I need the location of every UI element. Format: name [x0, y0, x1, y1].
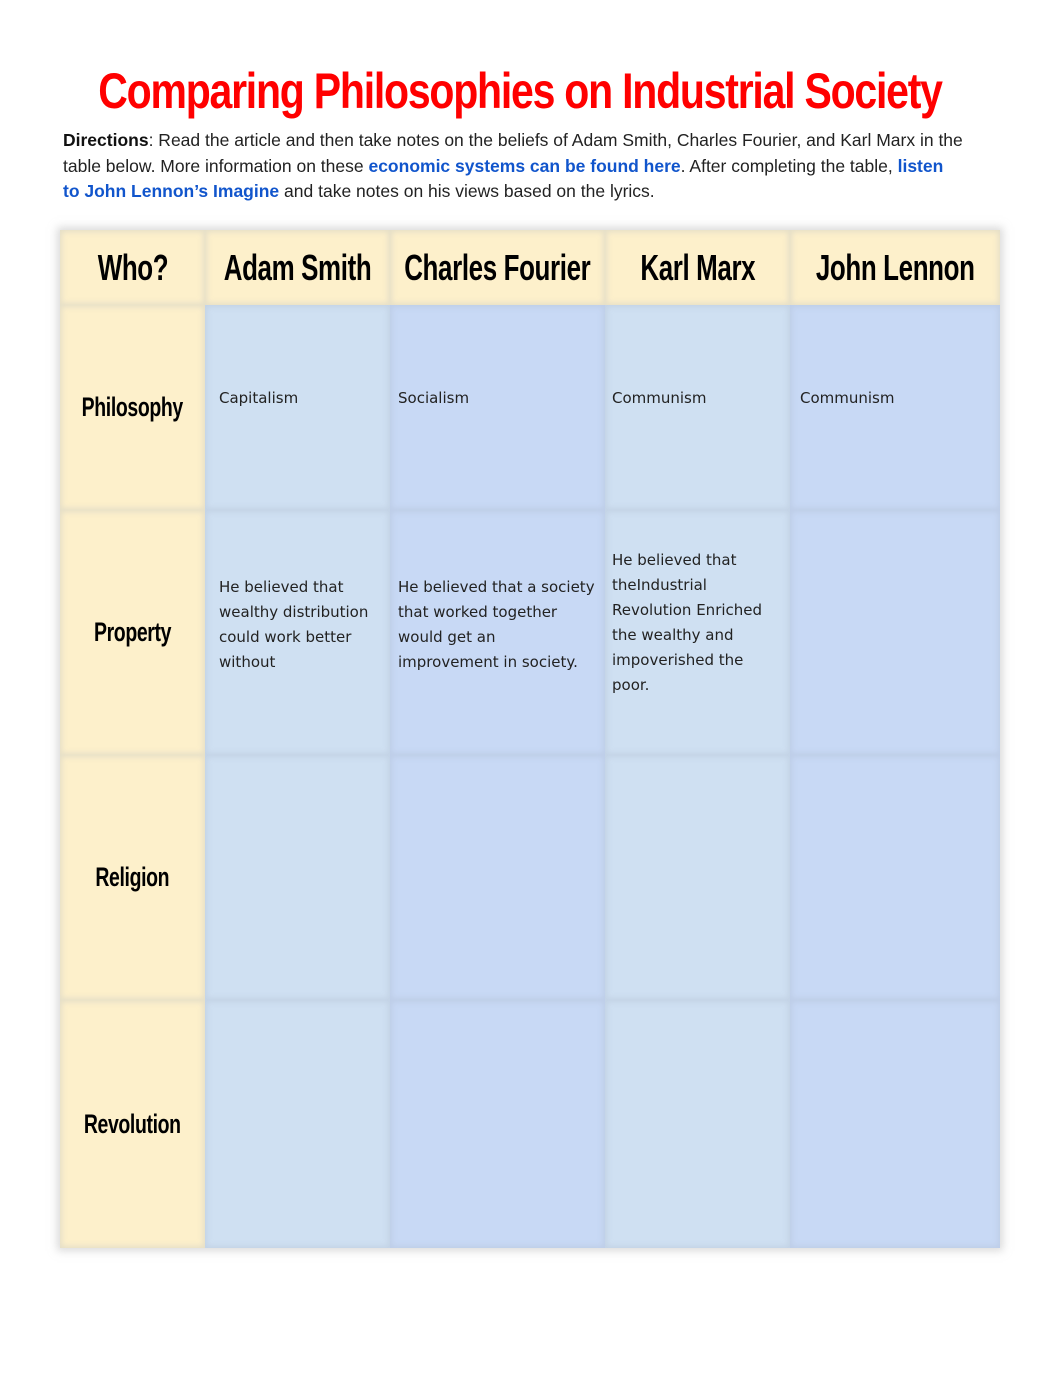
table-cell[interactable] — [390, 1000, 605, 1248]
row-label-revolution: Revolution — [60, 1000, 205, 1248]
row-label-religion: Religion — [60, 755, 205, 1000]
table-cell[interactable] — [790, 1000, 1000, 1248]
row-label-text: Religion — [95, 862, 170, 892]
comparison-table: Who? Adam Smith Charles Fourier Karl Mar… — [60, 230, 1000, 1248]
table-cell[interactable]: Communism — [790, 305, 1000, 510]
header-cell-john-lennon: John Lennon — [790, 230, 1000, 305]
table-cell[interactable] — [790, 755, 1000, 1000]
header-charles-fourier: Charles Fourier — [404, 246, 591, 288]
cell-text: Socialism — [398, 389, 470, 407]
cell-text: Capitalism — [219, 389, 299, 407]
header-karl-marx: Karl Marx — [640, 246, 755, 288]
cell-text: Communism — [800, 389, 895, 407]
header-cell-adam-smith: Adam Smith — [205, 230, 390, 305]
table-cell[interactable]: He believed that wealthy distribution co… — [205, 510, 390, 755]
table-cell[interactable] — [205, 1000, 390, 1248]
header-cell-karl-marx: Karl Marx — [605, 230, 790, 305]
table-cell[interactable]: Socialism — [390, 305, 605, 510]
directions-text-3: and take notes on his views based on the… — [279, 181, 655, 201]
header-cell-charles-fourier: Charles Fourier — [390, 230, 605, 305]
cell-text: Communism — [612, 389, 707, 407]
table-cell[interactable] — [390, 755, 605, 1000]
header-cell-who: Who? — [60, 230, 205, 305]
header-john-lennon: John Lennon — [815, 246, 975, 288]
row-label-property: Property — [60, 510, 205, 755]
cell-text: He believed that wealthy distribution co… — [219, 578, 369, 671]
table-cell[interactable] — [605, 1000, 790, 1248]
economic-systems-link[interactable]: economic systems can be found here — [368, 156, 680, 176]
table-cell[interactable]: He believed that a society that worked t… — [390, 510, 605, 755]
table-cell[interactable]: Capitalism — [205, 305, 390, 510]
cell-text: He believed that a society that worked t… — [398, 578, 595, 671]
directions-label: Directions — [63, 130, 149, 150]
row-label-text: Revolution — [84, 1108, 181, 1139]
cell-text: He believed that theIndustrial Revolutio… — [612, 551, 763, 694]
table-cell[interactable] — [790, 510, 1000, 755]
header-who: Who? — [97, 246, 168, 288]
table-cell[interactable] — [205, 755, 390, 1000]
directions-text-2: . After completing the table, — [680, 155, 898, 176]
table-cell[interactable]: He believed that theIndustrial Revolutio… — [605, 510, 790, 755]
directions-paragraph: Directions: Read the article and then ta… — [63, 128, 963, 205]
row-label-philosophy: Philosophy — [60, 305, 205, 510]
page-title: Comparing Philosophies on Industrial Soc… — [98, 63, 943, 119]
header-adam-smith: Adam Smith — [223, 246, 372, 288]
row-label-text: Philosophy — [81, 392, 184, 422]
table-cell[interactable]: Communism — [605, 305, 790, 510]
table-cell[interactable] — [605, 755, 790, 1000]
row-label-text: Property — [93, 617, 172, 647]
